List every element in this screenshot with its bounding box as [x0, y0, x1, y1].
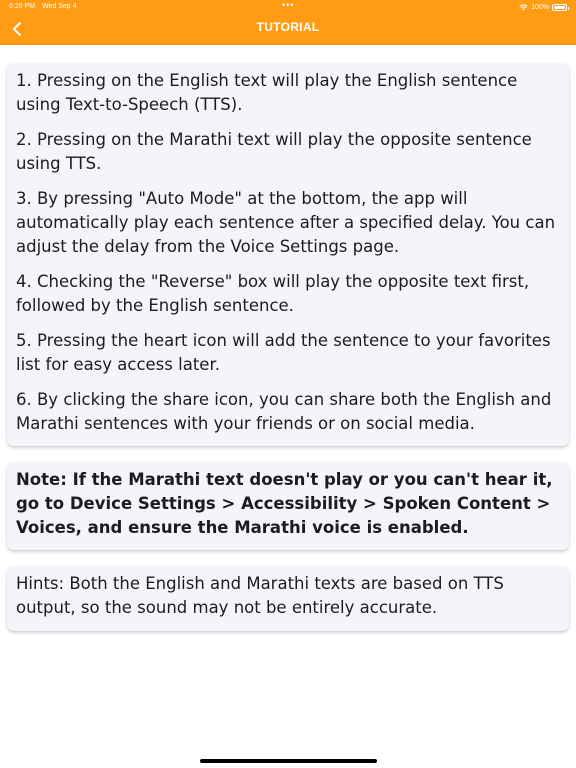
page-title: TUTORIAL	[256, 20, 320, 34]
multitasking-dots[interactable]: •••	[282, 0, 294, 10]
hints-text: Hints: Both the English and Marathi text…	[16, 574, 504, 617]
status-indicators: 100%	[519, 2, 569, 12]
app-bar: 6:20 PM Wed Sep 4 ••• 100% TUTORIAL	[0, 0, 576, 45]
tutorial-step: 4. Checking the "Reverse" box will play …	[16, 272, 530, 315]
note-card: Note: If the Marathi text doesn't play o…	[7, 462, 569, 550]
tutorial-step: 3. By pressing "Auto Mode" at the bottom…	[16, 189, 556, 256]
note-text: Note: If the Marathi text doesn't play o…	[16, 470, 553, 537]
tutorial-steps-card: 1. Pressing on the English text will pla…	[7, 63, 569, 446]
tutorial-step: 6. By clicking the share icon, you can s…	[16, 390, 552, 433]
status-date: Wed Sep 4	[42, 3, 77, 10]
battery-icon	[552, 3, 569, 11]
hints-card: Hints: Both the English and Marathi text…	[7, 566, 569, 631]
tutorial-step: 1. Pressing on the English text will pla…	[16, 71, 518, 114]
tutorial-step: 5. Pressing the heart icon will add the …	[16, 331, 551, 374]
tutorial-screen: 6:20 PM Wed Sep 4 ••• 100% TUTORIAL 1. P…	[0, 0, 576, 768]
home-indicator[interactable]	[200, 759, 377, 763]
battery-percentage: 100%	[531, 3, 549, 11]
status-time: 6:20 PM	[9, 3, 36, 10]
wifi-icon	[519, 3, 528, 10]
tutorial-step: 2. Pressing on the Marathi text will pla…	[16, 130, 532, 173]
